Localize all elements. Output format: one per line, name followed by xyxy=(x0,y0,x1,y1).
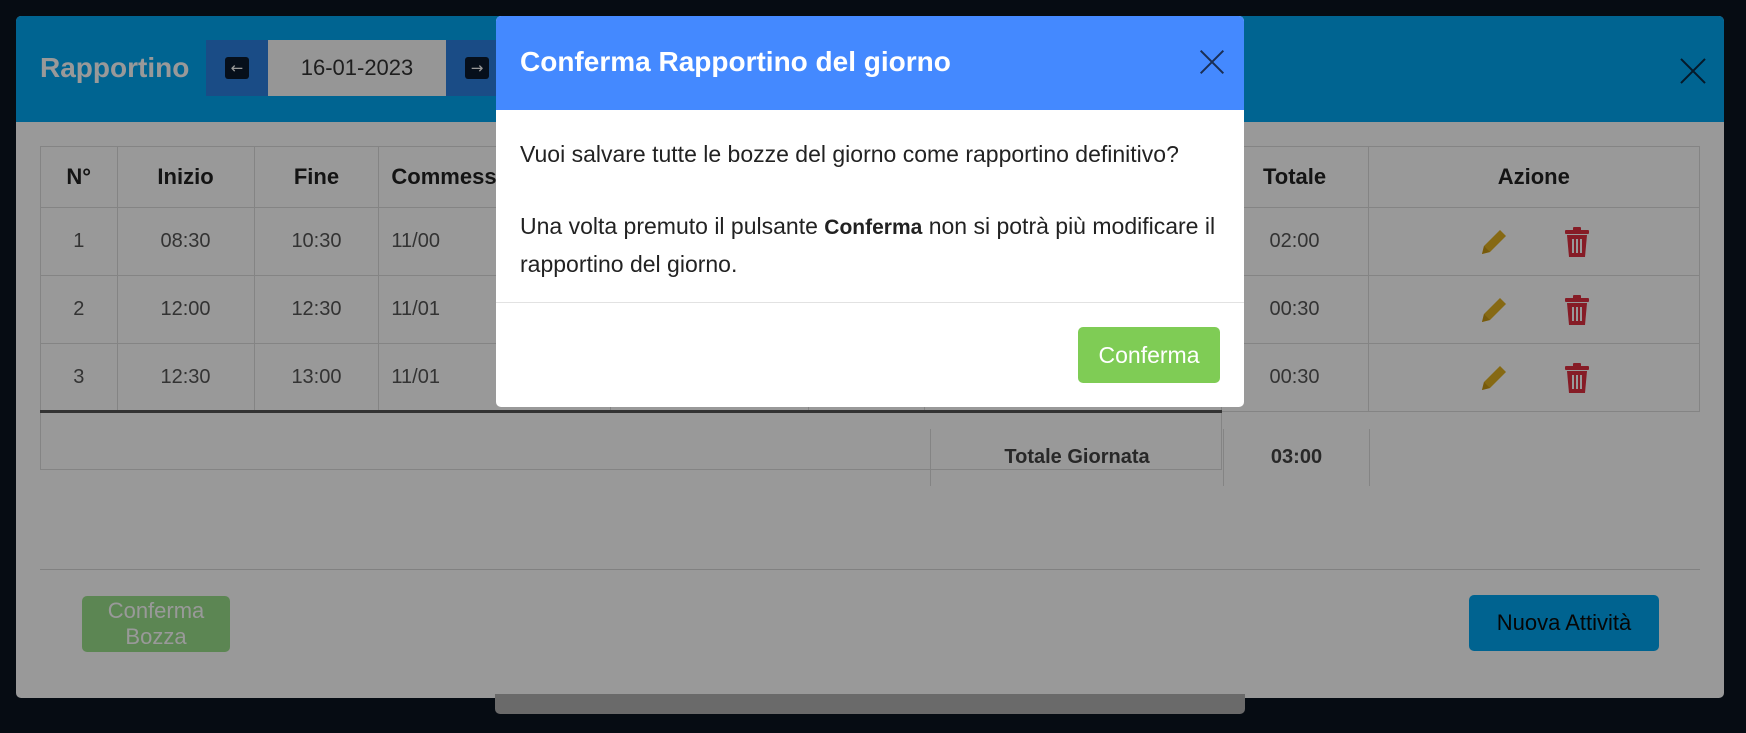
dialog-footer-divider xyxy=(496,302,1244,303)
conferma-button[interactable]: Conferma xyxy=(1078,327,1220,383)
dialog-warning-pre: Una volta premuto il pulsante xyxy=(520,213,818,239)
dialog-warning-bold: Conferma xyxy=(824,216,923,239)
stacked-modal-edge xyxy=(495,694,1245,714)
dialog-question: Vuoi salvare tutte le bozze del giorno c… xyxy=(520,141,1179,167)
page: Rapportino ← → N° Inizio Fine Commess xyxy=(0,0,1746,733)
dialog-header: Conferma Rapportino del giorno xyxy=(496,16,1244,110)
close-icon[interactable] xyxy=(1196,46,1228,78)
dialog-body: Vuoi salvare tutte le bozze del giorno c… xyxy=(520,136,1230,282)
conferma-dialog: Conferma Rapportino del giorno Vuoi salv… xyxy=(496,16,1244,407)
dialog-warning: Una volta premuto il pulsante Conferma n… xyxy=(520,208,1230,282)
dialog-title: Conferma Rapportino del giorno xyxy=(520,46,951,77)
